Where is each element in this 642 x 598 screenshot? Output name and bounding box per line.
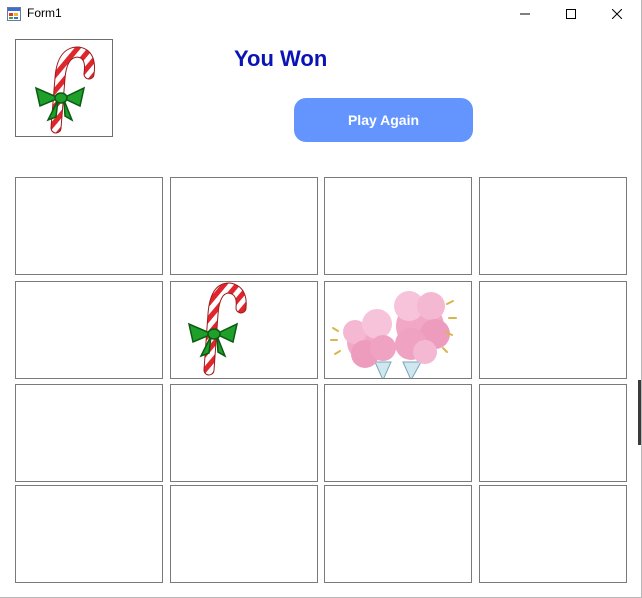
grid-cell[interactable] (324, 384, 472, 482)
grid-cell-candy-cane[interactable] (170, 281, 318, 379)
minimize-button[interactable] (502, 0, 548, 28)
window-title: Form1 (27, 6, 62, 20)
form-app-icon (7, 7, 21, 21)
grid-cell[interactable] (170, 384, 318, 482)
close-button[interactable] (594, 0, 640, 28)
grid-cell[interactable] (479, 177, 627, 275)
grid-cell[interactable] (15, 384, 163, 482)
grid-cell-cotton-candy[interactable] (324, 281, 472, 379)
grid-cell[interactable] (15, 177, 163, 275)
candy-cane-icon (34, 46, 95, 134)
close-icon (612, 9, 622, 19)
grid-cell[interactable] (479, 485, 627, 583)
maximize-icon (566, 9, 576, 19)
card-grid (15, 177, 629, 585)
grid-cell[interactable] (15, 281, 163, 379)
grid-cell[interactable] (170, 485, 318, 583)
cotton-candy-icon (330, 291, 457, 378)
form-client-area: You Won Play Again (0, 28, 641, 597)
minimize-icon (520, 13, 530, 15)
status-label: You Won (234, 46, 328, 71)
candy-cane-icon (187, 282, 247, 376)
grid-cell[interactable] (324, 485, 472, 583)
maximize-button[interactable] (548, 0, 594, 28)
grid-cell[interactable] (479, 281, 627, 379)
background-window-edge (638, 380, 641, 445)
title-bar[interactable]: Form1 (0, 0, 641, 28)
preview-picture-box (15, 39, 113, 137)
play-again-button[interactable]: Play Again (294, 98, 473, 142)
form1-window: Form1 You Won Play Again (0, 0, 642, 598)
grid-cell[interactable] (324, 177, 472, 275)
grid-cell[interactable] (479, 384, 627, 482)
grid-cell[interactable] (15, 485, 163, 583)
grid-cell[interactable] (170, 177, 318, 275)
